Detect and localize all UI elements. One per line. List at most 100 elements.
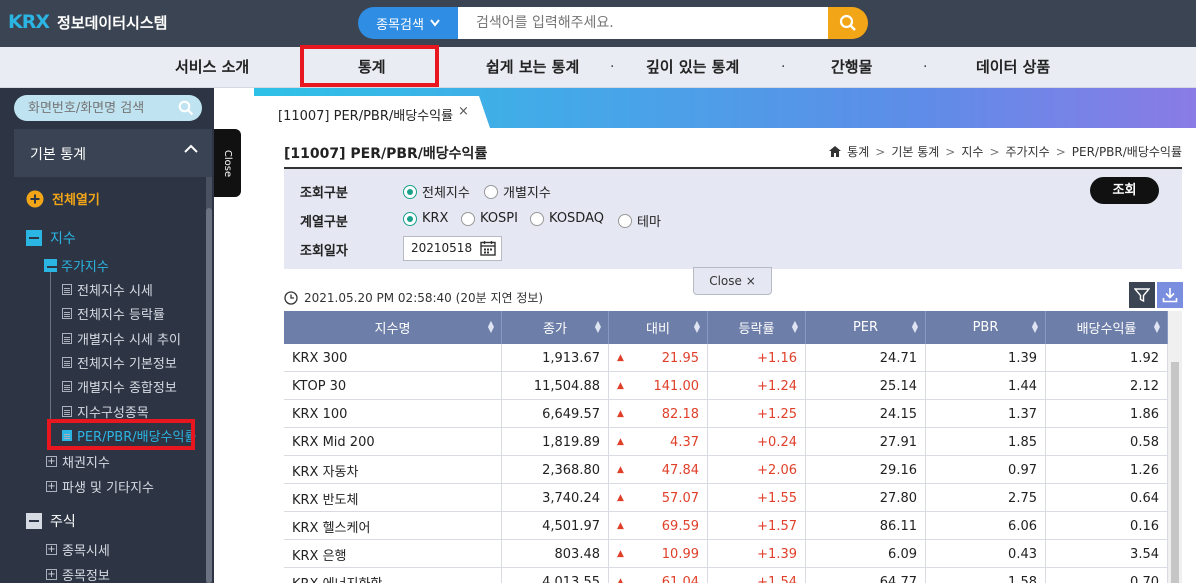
radio-kospi[interactable]: KOSPI	[461, 211, 518, 226]
breadcrumb-item[interactable]: 지수	[961, 143, 983, 160]
table-cell: 1.39	[926, 344, 1046, 372]
sidebar-search-input[interactable]	[28, 95, 178, 121]
nav-item-publications[interactable]: 간행물	[831, 47, 872, 88]
breadcrumb-item[interactable]: PER/PBR/배당수익률	[1072, 143, 1182, 160]
up-arrow-icon: ▲	[617, 521, 624, 531]
sidebar-open-all-label: 전체열기	[52, 193, 100, 208]
table-row[interactable]: KRX 헬스케어 4,501.97 ▲ 69.59 +1.57 86.11 6.06 0.16	[284, 512, 1168, 540]
table-cell: 1.44	[926, 372, 1046, 400]
sort-icon: ▲ ▼	[693, 319, 700, 334]
table-scrollbar-thumb[interactable]	[1171, 362, 1179, 583]
calendar-icon[interactable]	[480, 240, 496, 256]
logo-mark: KRX	[8, 11, 50, 33]
table-cell: 25.14	[806, 372, 926, 400]
radio-unchecked-icon	[618, 213, 632, 228]
sort-icon: ▲ ▼	[911, 319, 918, 334]
sidebar-item-label: 채권지수	[62, 456, 110, 471]
chevron-right-icon: >	[945, 144, 956, 159]
table-cell: ▲ 21.95	[609, 344, 708, 372]
global-search: 종목검색	[358, 7, 868, 39]
nav-item-service[interactable]: 서비스 소개	[175, 47, 249, 88]
tab-close-button[interactable]: ×	[458, 104, 469, 119]
sidebar-item-label: 개별지수 종합정보	[77, 381, 177, 396]
sidebar-item-all-index-change[interactable]: 전체지수 등락률	[62, 304, 165, 323]
sidebar-item-index[interactable]: 지수	[26, 228, 76, 248]
sidebar-item-all-index-price[interactable]: 전체지수 시세	[62, 280, 153, 299]
table-cell: 4,501.97	[502, 512, 609, 540]
table-cell: 0.58	[1046, 428, 1168, 456]
nav-item-data-products[interactable]: 데이터 상품	[976, 47, 1050, 88]
column-header-pbr[interactable]: PBR ▲ ▼	[926, 311, 1046, 344]
column-header-label: 대비	[646, 322, 670, 337]
global-search-button[interactable]	[828, 7, 868, 39]
sidebar-section-header[interactable]: 기본 통계	[14, 129, 212, 177]
breadcrumb-item[interactable]: 통계	[847, 143, 869, 160]
radio-individual-index[interactable]: 개별지수	[484, 182, 551, 201]
global-search-input[interactable]	[458, 7, 828, 39]
table-row[interactable]: KRX 300 1,913.67 ▲ 21.95 +1.16 24.71 1.39 1.92	[284, 344, 1168, 372]
radio-theme[interactable]: 테마	[618, 211, 661, 230]
sidebar-scrollbar-thumb[interactable]	[206, 208, 212, 583]
table-row[interactable]: KRX Mid 200 1,819.89 ▲ 4.37 +0.24 27.91 1.85 0.…	[284, 428, 1168, 456]
table-row[interactable]: KRX 반도체 3,740.24 ▲ 57.07 +1.55 27.80 2.75 0.64	[284, 484, 1168, 512]
minus-square-icon	[26, 230, 42, 246]
logo[interactable]: KRX 정보데이터시스템	[8, 11, 167, 33]
radio-all-index[interactable]: 전체지수	[403, 182, 470, 201]
breadcrumb-item[interactable]: 기본 통계	[891, 143, 939, 160]
column-header-change[interactable]: 대비 ▲ ▼	[609, 311, 708, 344]
table-cell: 6,649.57	[502, 400, 609, 428]
conditions-close-button[interactable]: Close ×	[693, 267, 772, 295]
table-cell: +0.24	[708, 428, 806, 456]
cell-value: 82.18	[661, 406, 699, 422]
home-icon[interactable]	[829, 146, 842, 157]
sidebar-item-individual-index-trend[interactable]: 개별지수 시세 추이	[62, 329, 181, 348]
sidebar-item-stock[interactable]: 주식	[26, 511, 76, 531]
table-row[interactable]: KRX 은행 803.48 ▲ 10.99 +1.39 6.09 0.43 3.54	[284, 540, 1168, 568]
nav-item-deep-stats[interactable]: 깊이 있는 통계	[646, 47, 739, 88]
radio-krx[interactable]: KRX	[403, 211, 448, 226]
search-type-dropdown[interactable]: 종목검색	[358, 7, 458, 39]
download-button[interactable]	[1157, 282, 1183, 308]
column-header-name[interactable]: 지수명 ▲ ▼	[284, 311, 502, 344]
sidebar-item-derivative-index[interactable]: + 파생 및 기타지수	[46, 477, 154, 496]
table-cell: ▲ 10.99	[609, 540, 708, 568]
breadcrumb-item[interactable]: 주가지수	[1006, 143, 1050, 160]
up-arrow-icon: ▲	[617, 549, 624, 559]
nav-highlight-box	[300, 45, 439, 87]
radio-label: KOSDAQ	[549, 211, 604, 226]
radio-checked-icon	[403, 211, 417, 226]
sidebar-item-all-index-info[interactable]: 전체지수 기본정보	[62, 353, 177, 372]
column-header-per[interactable]: PER ▲ ▼	[806, 311, 926, 344]
search-icon[interactable]	[178, 100, 194, 116]
cell-value: 57.07	[661, 490, 699, 506]
table-cell: 1,913.67	[502, 344, 609, 372]
query-button[interactable]: 조회	[1090, 177, 1159, 204]
radio-unchecked-icon	[530, 211, 544, 226]
main-nav: 서비스 소개 통계 쉽게 보는 통계 · 깊이 있는 통계 · 간행물 · 데이…	[0, 47, 1196, 88]
table-row[interactable]: KRX 자동차 2,368.80 ▲ 47.84 +2.06 29.16 0.97 1.26	[284, 456, 1168, 484]
sidebar-item-bond-index[interactable]: + 채권지수	[46, 452, 110, 471]
column-header-change-rate[interactable]: 등락률 ▲ ▼	[708, 311, 806, 344]
sidebar-item-stock-info[interactable]: + 종목정보	[46, 565, 110, 583]
filter-button[interactable]	[1129, 282, 1155, 308]
chevron-right-icon: >	[989, 144, 1000, 159]
table-row[interactable]: KRX 에너지화학4,013.55 ▲ 61.04 +1.5464.771.580.7…	[284, 568, 1168, 583]
sidebar-item-individual-index-summary[interactable]: 개별지수 종합정보	[62, 377, 177, 396]
column-header-dividend-yield[interactable]: 배당수익률 ▲ ▼	[1046, 311, 1168, 344]
column-header-close[interactable]: 종가 ▲ ▼	[502, 311, 609, 344]
table-cell: 0.16	[1046, 512, 1168, 540]
radio-checked-icon	[403, 184, 417, 199]
up-arrow-icon: ▲	[617, 493, 624, 503]
radio-kosdaq[interactable]: KOSDAQ	[530, 211, 604, 226]
table-row[interactable]: KTOP 30 11,504.88 ▲ 141.00 +1.24 25.14 1.44 2.1…	[284, 372, 1168, 400]
sidebar-open-all[interactable]: 전체열기	[26, 189, 100, 208]
table-cell: +1.55	[708, 484, 806, 512]
table-row[interactable]: KRX 100 6,649.57 ▲ 82.18 +1.25 24.15 1.37 1.86	[284, 400, 1168, 428]
sidebar-item-stock-price[interactable]: + 종목시세	[46, 540, 110, 559]
radio-unchecked-icon	[461, 211, 475, 226]
sidebar-close-tab[interactable]: Close	[214, 129, 241, 197]
sidebar-item-stock-index[interactable]: 주가지수	[44, 256, 109, 275]
nav-item-easy-stats[interactable]: 쉽게 보는 통계	[486, 47, 579, 88]
radio-label: 개별지수	[503, 186, 551, 201]
radio-unchecked-icon	[484, 184, 498, 199]
